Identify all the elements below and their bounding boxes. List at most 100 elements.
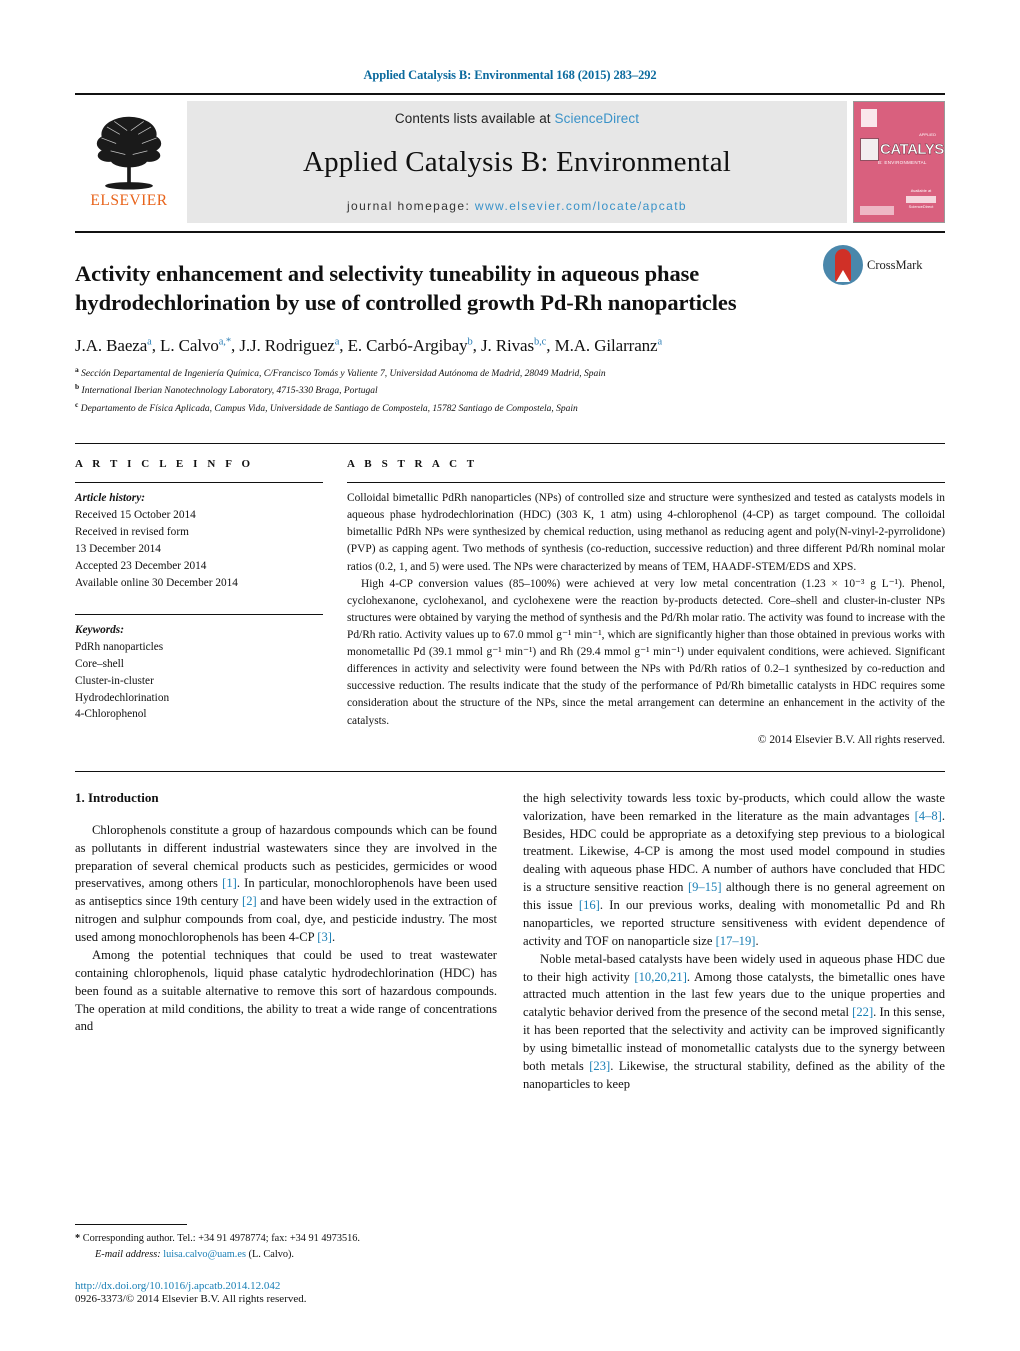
author-entry: J.A. Baezaa, [75, 336, 160, 355]
author-separator: , [339, 335, 348, 355]
citation-ref[interactable]: [1] [222, 876, 237, 890]
history-item: 13 December 2014 [75, 542, 161, 555]
intro-paragraph-3: Noble metal-based catalysts have been wi… [523, 951, 945, 1094]
author-entry: E. Carbó-Argibayb, [348, 336, 481, 355]
citation-ref[interactable]: [3] [317, 930, 332, 944]
author-name: J.A. Baeza [75, 335, 148, 355]
cover-superscript: APPLIED [919, 132, 936, 137]
author-entry: J.J. Rodrigueza, [239, 336, 347, 355]
journal-cover-thumbnail: APPLIED CATALYSIS B: ENVIRONMENTAL Avail… [853, 101, 945, 223]
keyword-item: PdRh nanoparticles [75, 640, 164, 653]
cover-footer-top: Available at [910, 188, 932, 193]
elsevier-logo: ELSEVIER [75, 101, 183, 223]
citation-ref[interactable]: [23] [589, 1059, 610, 1073]
author-entry: J. Rivasb,c, [481, 336, 555, 355]
affiliation-marker: b [75, 382, 80, 392]
author-affiliation-marker[interactable]: a,* [219, 336, 231, 347]
abstract-paragraph: High 4-CP conversion values (85–100%) we… [347, 577, 945, 727]
affiliation-list: a Sección Departamental de Ingeniería Qu… [75, 364, 945, 418]
author-name: M.A. Gilarranz [554, 335, 658, 355]
citation-ref[interactable]: [4–8] [915, 809, 942, 823]
crossmark-icon [823, 245, 863, 285]
author-affiliation-marker[interactable]: b,c [534, 336, 546, 347]
abstract-heading: A B S T R A C T [347, 458, 478, 471]
cover-title: CATALYSIS [880, 141, 944, 158]
history-item: Received 15 October 2014 [75, 509, 196, 522]
title-block: CrossMark Activity enhancement and selec… [75, 231, 945, 417]
cover-elsevier-mark [861, 109, 877, 127]
contents-prefix: Contents lists available at [394, 111, 555, 126]
author-list: J.A. Baezaa, L. Calvoa,*, J.J. Rodriguez… [75, 336, 945, 356]
intro-paragraph-1: Chlorophenols constitute a group of haza… [75, 822, 497, 947]
page-title: Activity enhancement and selectivity tun… [75, 261, 737, 316]
info-abstract-row: A R T I C L E I N F O Article history: R… [75, 443, 945, 749]
author-name: J.J. Rodriguez [239, 335, 335, 355]
sciencedirect-link[interactable]: ScienceDirect [555, 111, 640, 126]
paragraph-text: . [331, 930, 336, 945]
citation-ref[interactable]: [2] [242, 894, 257, 908]
article-info-column: A R T I C L E I N F O Article history: R… [75, 458, 323, 749]
email-suffix: (L. Calvo). [245, 1248, 294, 1260]
email-link[interactable]: luisa.calvo@uam.es [163, 1249, 246, 1260]
affiliation-text: Sección Departamental de Ingeniería Quím… [81, 368, 606, 379]
cover-square-motif [860, 138, 879, 161]
history-item: Available online 30 December 2014 [75, 576, 238, 589]
author-entry: L. Calvoa,*, [160, 336, 239, 355]
crossmark-badge[interactable]: CrossMark [823, 245, 945, 285]
body-column-left: 1. Introduction Chlorophenols constitute… [75, 790, 497, 1094]
citation-ref[interactable]: [9–15] [688, 880, 722, 894]
paper-page: Applied Catalysis B: Environmental 168 (… [0, 0, 1020, 1351]
paragraph-text: the high selectivity towards less toxic … [523, 790, 945, 823]
homepage-url[interactable]: www.elsevier.com/locate/apcatb [475, 199, 687, 213]
citation-ref[interactable]: [16] [579, 898, 600, 912]
intro-paragraph-continued: the high selectivity towards less toxic … [523, 790, 945, 951]
author-separator: , [472, 335, 481, 355]
divider [75, 482, 323, 484]
keywords-group: Keywords: PdRh nanoparticles Core–shell … [75, 613, 323, 724]
author-affiliation-marker[interactable]: a [658, 336, 663, 347]
citation-ref[interactable]: [10,20,21] [634, 970, 686, 984]
author-name: J. Rivas [480, 335, 534, 355]
citation-ref[interactable]: [22] [852, 1005, 873, 1019]
citation-ref[interactable]: [17–19] [716, 934, 756, 948]
elsevier-wordmark: ELSEVIER [90, 192, 168, 209]
affiliation-text: International Iberian Nanotechnology Lab… [81, 386, 378, 397]
history-item: Accepted 23 December 2014 [75, 559, 207, 572]
affiliation-item: a Sección Departamental de Ingeniería Qu… [75, 364, 945, 382]
body-columns: 1. Introduction Chlorophenols constitute… [75, 790, 945, 1094]
affiliation-text: Departamento de Física Aplicada, Campus … [80, 404, 578, 415]
divider [75, 770, 945, 772]
abstract-body: Colloidal bimetallic PdRh nanoparticles … [347, 490, 945, 749]
footnote-divider [75, 1224, 187, 1226]
email-label: E-mail address: [95, 1248, 161, 1260]
author-separator: , [151, 335, 161, 355]
contents-line: Contents lists available at ScienceDirec… [395, 111, 639, 126]
cover-footer-bottom: ScienceDirect [908, 204, 934, 209]
keyword-item: Core–shell [75, 657, 124, 670]
abstract-paragraph: Colloidal bimetallic PdRh nanoparticles … [347, 492, 945, 573]
affiliation-marker: a [75, 364, 79, 374]
author-separator: , [546, 335, 555, 355]
journal-homepage-line: journal homepage: www.elsevier.com/locat… [347, 199, 687, 213]
journal-masthead: ELSEVIER Contents lists available at Sci… [75, 93, 945, 223]
keyword-item: Cluster-in-cluster [75, 674, 154, 687]
running-head: Applied Catalysis B: Environmental 168 (… [363, 68, 657, 82]
keywords-label: Keywords: [75, 623, 124, 636]
abstract-copyright: © 2014 Elsevier B.V. All rights reserved… [757, 733, 945, 746]
abstract-column: A B S T R A C T Colloidal bimetallic PdR… [347, 458, 945, 749]
intro-paragraph-2: Among the potential techniques that coul… [75, 947, 497, 1034]
author-name: E. Carbó-Argibay [347, 335, 468, 355]
paragraph-text: . [755, 933, 759, 948]
author-entry: M.A. Gilarranza [555, 336, 663, 355]
divider [347, 482, 945, 484]
doi-block: http://dx.doi.org/10.1016/j.apcatb.2014.… [75, 1280, 505, 1305]
footnote-zone: * Corresponding author. Tel.: +34 91 497… [75, 1224, 505, 1305]
journal-band: Contents lists available at ScienceDirec… [187, 101, 847, 223]
author-name: L. Calvo [160, 335, 219, 355]
cover-sciencedirect-mark [906, 196, 936, 203]
doi-link[interactable]: http://dx.doi.org/10.1016/j.apcatb.2014.… [75, 1280, 505, 1292]
cover-footer: Available at ScienceDirect [906, 188, 936, 210]
cover-title-row: CATALYSIS [860, 138, 944, 161]
cover-barcode-block [860, 206, 894, 215]
corresponding-author-note: * Corresponding author. Tel.: +34 91 497… [75, 1231, 505, 1246]
